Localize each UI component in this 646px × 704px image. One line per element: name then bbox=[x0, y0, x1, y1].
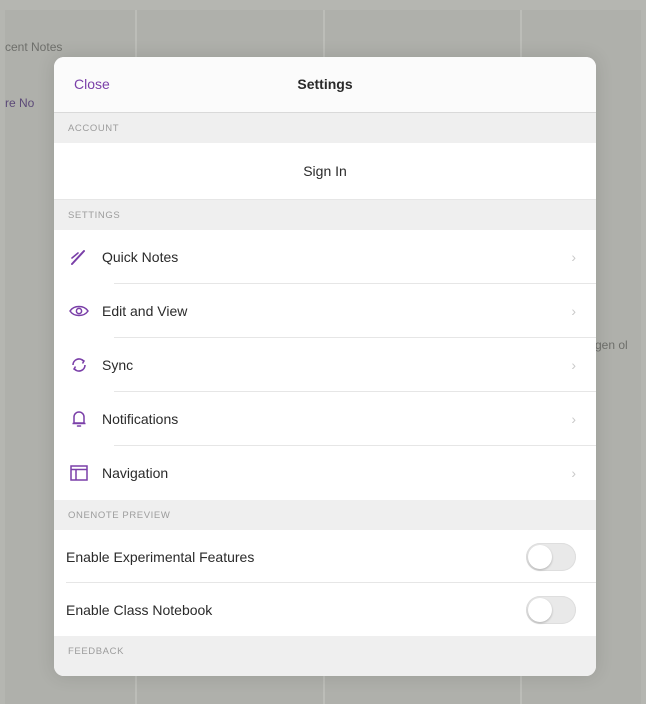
settings-dialog: Close Settings ACCOUNT Sign In SETTINGS … bbox=[54, 57, 596, 676]
settings-item-label: Navigation bbox=[102, 465, 169, 481]
switch-knob bbox=[528, 598, 552, 622]
background-side-text: gen ol bbox=[595, 338, 628, 352]
background-recent-notes: cent Notes bbox=[5, 40, 63, 54]
settings-item-label: Quick Notes bbox=[102, 249, 179, 265]
toggle-label: Enable Class Notebook bbox=[66, 601, 213, 618]
navigation-pane-icon bbox=[68, 462, 90, 484]
background-more-notes: re No bbox=[5, 96, 35, 110]
settings-item-navigation[interactable]: Navigation › bbox=[54, 446, 596, 500]
settings-item-edit-and-view[interactable]: Edit and View › bbox=[54, 284, 596, 338]
settings-item-label: Edit and View bbox=[102, 303, 188, 319]
section-header-settings: SETTINGS bbox=[54, 200, 596, 230]
section-header-onenote-preview: ONENOTE PREVIEW bbox=[54, 500, 596, 530]
bell-icon bbox=[68, 408, 90, 430]
settings-item-label: Sync bbox=[102, 357, 134, 373]
sign-in-button[interactable]: Sign In bbox=[54, 143, 596, 200]
eye-icon bbox=[68, 300, 90, 322]
chevron-right-icon: › bbox=[571, 357, 576, 373]
settings-item-sync[interactable]: Sync › bbox=[54, 338, 596, 392]
settings-item-quick-notes[interactable]: Quick Notes › bbox=[54, 230, 596, 284]
toggle-label: Enable Experimental Features bbox=[66, 548, 255, 565]
sync-icon bbox=[68, 354, 90, 376]
toggle-row-experimental-features: Enable Experimental Features bbox=[54, 530, 596, 583]
experimental-features-switch[interactable] bbox=[526, 543, 576, 571]
chevron-right-icon: › bbox=[571, 465, 576, 481]
chevron-right-icon: › bbox=[571, 303, 576, 319]
chevron-right-icon: › bbox=[571, 411, 576, 427]
settings-item-label: Notifications bbox=[102, 411, 179, 427]
section-header-account: ACCOUNT bbox=[54, 113, 596, 143]
class-notebook-switch[interactable] bbox=[526, 596, 576, 624]
pen-icon bbox=[68, 246, 90, 268]
toggle-row-class-notebook: Enable Class Notebook bbox=[54, 583, 596, 636]
section-header-feedback: FEEDBACK bbox=[54, 636, 596, 676]
switch-knob bbox=[528, 545, 552, 569]
dialog-title: Settings bbox=[297, 76, 353, 92]
settings-item-notifications[interactable]: Notifications › bbox=[54, 392, 596, 446]
sign-in-label: Sign In bbox=[303, 163, 347, 179]
chevron-right-icon: › bbox=[571, 249, 576, 265]
dialog-nav-bar: Close Settings bbox=[54, 57, 596, 113]
